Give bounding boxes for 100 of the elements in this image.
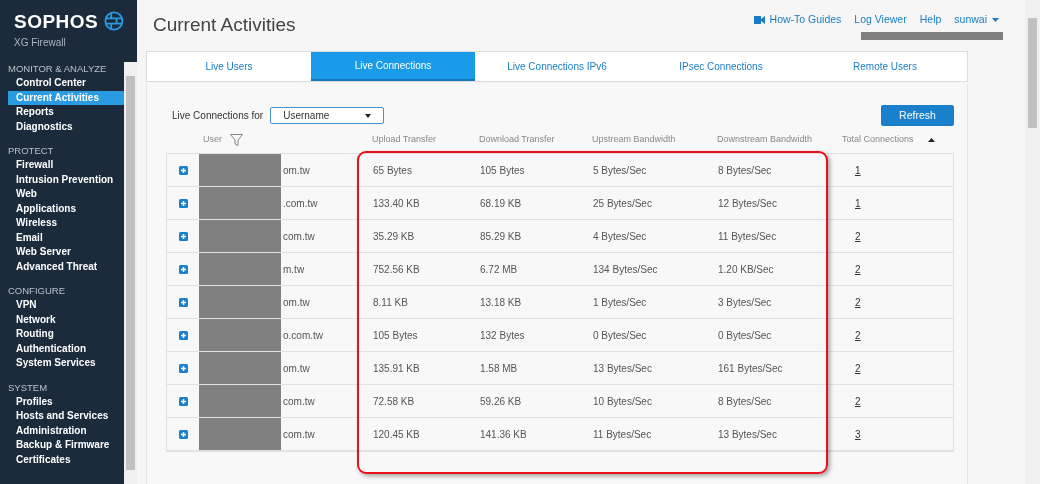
table-cell: 85.29 KB: [480, 230, 522, 242]
table-cell: 1 Bytes/Sec: [593, 296, 647, 308]
globe-icon: [104, 10, 124, 32]
table-cell: 752.56 KB: [373, 263, 420, 275]
connections-link[interactable]: 2: [855, 230, 861, 242]
nav-item[interactable]: Diagnostics: [8, 119, 124, 134]
nav-item[interactable]: Web Server: [8, 245, 124, 260]
nav-item[interactable]: Certificates: [8, 452, 124, 467]
sidebar-scrollbar[interactable]: [124, 0, 137, 484]
nav-item[interactable]: Backup & Firmware: [8, 438, 124, 453]
user-cell-text: om.tw: [283, 163, 310, 178]
expand-plus-icon[interactable]: [178, 330, 188, 340]
table-cell: 132 Bytes: [480, 329, 525, 341]
expand-plus-icon[interactable]: [178, 429, 188, 439]
table-cell: 0 Bytes/Sec: [593, 329, 647, 341]
table-cell: 13 Bytes/Sec: [593, 362, 652, 374]
nav-item[interactable]: VPN: [8, 298, 124, 313]
expand-plus-icon[interactable]: [178, 165, 188, 175]
tab[interactable]: Live Users: [147, 52, 311, 81]
nav-item[interactable]: Web: [8, 187, 124, 202]
nav-item[interactable]: Administration: [8, 423, 124, 438]
table-cell: 11 Bytes/Sec: [593, 428, 652, 440]
expand-plus-icon[interactable]: [178, 396, 188, 406]
nav-item[interactable]: Profiles: [8, 394, 124, 409]
section-heading: CONFIGURE: [8, 284, 66, 298]
connections-link[interactable]: 2: [855, 296, 861, 308]
table-cell: 8 Bytes/Sec: [718, 395, 772, 407]
column-header[interactable]: Upstream Bandwidth: [592, 133, 676, 147]
filter-icon[interactable]: [230, 134, 243, 146]
column-header[interactable]: User: [203, 133, 222, 147]
nav-item[interactable]: Firewall: [8, 158, 124, 173]
table-cell: 13.18 KB: [480, 296, 522, 308]
nav-item[interactable]: Advanced Threat: [8, 259, 124, 274]
header-link[interactable]: How-To Guides: [753, 12, 842, 28]
refresh-button[interactable]: Refresh: [881, 105, 954, 126]
table-cell: 68.19 KB: [480, 197, 522, 209]
table-cell: 10 Bytes/Sec: [593, 395, 652, 407]
table-cell: 141.36 KB: [480, 428, 527, 440]
table-cell: 25 Bytes/Sec: [593, 197, 652, 209]
tab[interactable]: Remote Users: [803, 52, 967, 81]
user-cell-text: com.tw: [283, 229, 315, 244]
brand-logo-text: SOPHOS: [14, 11, 99, 31]
nav-item[interactable]: Hosts and Services: [8, 409, 124, 424]
connections-link[interactable]: 3: [855, 428, 861, 440]
nav-item[interactable]: System Services: [8, 356, 124, 371]
column-header[interactable]: Total Connections: [842, 133, 914, 147]
nav-item[interactable]: Applications: [8, 201, 124, 216]
user-cell-text: com.tw: [283, 394, 315, 409]
nav-item[interactable]: Routing: [8, 327, 124, 342]
section-heading: MONITOR & ANALYZE: [8, 62, 108, 76]
header-link[interactable]: Log Viewer: [854, 12, 907, 28]
sort-ascending-icon[interactable]: [927, 138, 935, 142]
table-cell: 12 Bytes/Sec: [718, 197, 777, 209]
user-cell-text: om.tw: [283, 295, 310, 310]
page-scrollbar[interactable]: [1025, 0, 1040, 484]
connections-link[interactable]: 2: [855, 395, 861, 407]
connections-link[interactable]: 2: [855, 263, 861, 275]
caret-icon: [365, 113, 372, 118]
table-cell: 105 Bytes: [373, 329, 418, 341]
table-cell: 1.58 MB: [480, 362, 518, 374]
nav-item[interactable]: Control Center: [8, 76, 124, 91]
user-cell-text: .com.tw: [283, 196, 318, 211]
table-cell: 120.45 KB: [373, 428, 420, 440]
expand-plus-icon[interactable]: [178, 231, 188, 241]
table-cell: 3 Bytes/Sec: [718, 296, 772, 308]
caret-icon: [992, 17, 999, 22]
table-cell: 6.72 MB: [480, 263, 518, 275]
column-header[interactable]: Downstream Bandwidth: [717, 133, 813, 147]
table-cell: 0 Bytes/Sec: [718, 329, 772, 341]
tab[interactable]: Live Connections IPv6: [475, 52, 639, 81]
nav-item[interactable]: Reports: [8, 105, 124, 120]
connections-link[interactable]: 2: [855, 362, 861, 374]
nav-item[interactable]: Wireless: [8, 216, 124, 231]
product-name: XG Firewall: [14, 36, 67, 50]
connections-link[interactable]: 2: [855, 329, 861, 341]
column-header[interactable]: Download Transfer: [479, 133, 555, 147]
connections-link[interactable]: 1: [855, 197, 861, 209]
nav-item[interactable]: Network: [8, 312, 124, 327]
header-link[interactable]: Help: [919, 12, 942, 28]
user-cell-text: m.tw: [283, 262, 305, 277]
section-heading: SYSTEM: [8, 380, 49, 395]
table-cell: 11 Bytes/Sec: [718, 230, 777, 242]
tab[interactable]: IPsec Connections: [639, 52, 803, 81]
nav-item[interactable]: Authentication: [8, 341, 124, 356]
nav-item[interactable]: Intrusion Prevention: [8, 172, 124, 187]
expand-plus-icon[interactable]: [178, 264, 188, 274]
nav-item[interactable]: Email: [8, 230, 124, 245]
table-cell: 5 Bytes/Sec: [593, 164, 647, 176]
expand-plus-icon[interactable]: [178, 297, 188, 307]
section-heading: PROTECT: [8, 144, 55, 158]
table-cell: 135.91 KB: [373, 362, 420, 374]
column-header[interactable]: Upload Transfer: [372, 133, 437, 147]
connections-link[interactable]: 1: [855, 164, 861, 176]
table-cell: 13 Bytes/Sec: [718, 428, 777, 440]
header-link[interactable]: sunwai: [954, 12, 999, 28]
username-dropdown[interactable]: Username: [270, 107, 385, 124]
expand-plus-icon[interactable]: [178, 198, 188, 208]
table-cell: 161 Bytes/Sec: [718, 362, 783, 374]
expand-plus-icon[interactable]: [178, 363, 188, 373]
filter-label: Live Connections for: [172, 109, 264, 123]
